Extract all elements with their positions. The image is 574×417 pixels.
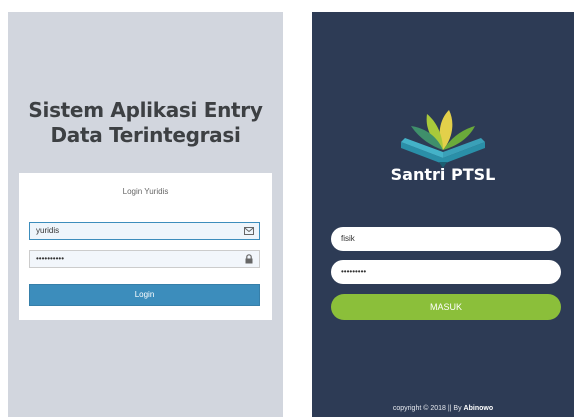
password-input[interactable]: ••••••••• <box>331 260 561 284</box>
password-field[interactable]: •••••••••• <box>29 250 260 268</box>
open-book-logo-icon <box>401 110 485 168</box>
masuk-button[interactable]: MASUK <box>331 294 561 320</box>
password-value: ••••••••• <box>341 267 367 276</box>
login-form-heading: Login Yuridis <box>122 187 169 196</box>
copyright-author: Abinowo <box>463 405 494 412</box>
lock-icon <box>245 254 253 264</box>
copyright-footer: copyright © 2018 || By Abinowo <box>312 405 574 412</box>
username-value: yuridis <box>36 226 60 235</box>
envelope-icon <box>244 227 254 235</box>
yuridis-login-screen: Sistem Aplikasi Entry Data Terintegrasi … <box>8 12 283 417</box>
login-box: Login Yuridis yuridis •••••••••• Login <box>19 173 272 320</box>
username-value: fisik <box>341 234 355 243</box>
username-field[interactable]: yuridis <box>29 222 260 240</box>
brand-title: Santri PTSL <box>390 165 496 184</box>
santri-login-screen: Santri PTSL fisik ••••••••• MASUK copyri… <box>312 12 574 417</box>
username-input[interactable]: fisik <box>331 227 561 251</box>
page-title: Sistem Aplikasi Entry Data Terintegrasi <box>28 98 263 147</box>
password-value: •••••••••• <box>36 254 65 263</box>
copyright-text: copyright © 2018 || By <box>392 405 464 412</box>
login-button[interactable]: Login <box>29 284 260 306</box>
